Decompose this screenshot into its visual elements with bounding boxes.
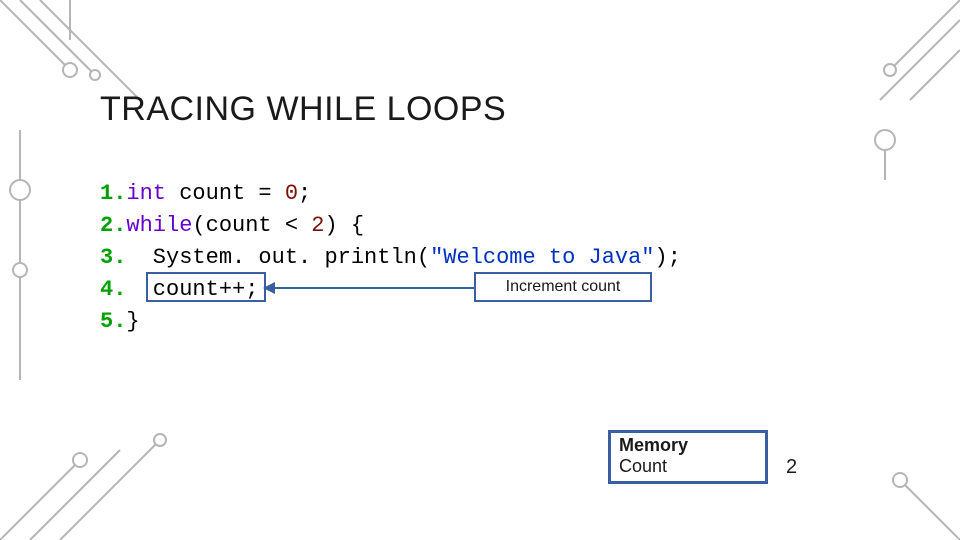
circuit-decoration-bottom-right (840, 460, 960, 540)
code-line-3: 3. System. out. println("Welcome to Java… (100, 242, 681, 274)
circuit-decoration-bottom-left (0, 420, 180, 540)
code-line-2: 2.while(count < 2) { (100, 210, 681, 242)
slide-title: TRACING WHILE LOOPS (100, 90, 506, 129)
memory-variable: Count (611, 456, 765, 481)
memory-value: 2 (786, 456, 797, 479)
code-line-5: 5.} (100, 306, 681, 338)
memory-header: Memory (611, 433, 765, 456)
memory-box: Memory Count (608, 430, 768, 484)
code-block: 1.int count = 0; 2.while(count < 2) { 3.… (100, 178, 681, 338)
code-line-1: 1.int count = 0; (100, 178, 681, 210)
annotation-arrow (265, 287, 475, 289)
annotation-label: Increment count (474, 272, 652, 302)
circuit-decoration-top-right (840, 0, 960, 180)
circuit-decoration-left (0, 130, 60, 390)
